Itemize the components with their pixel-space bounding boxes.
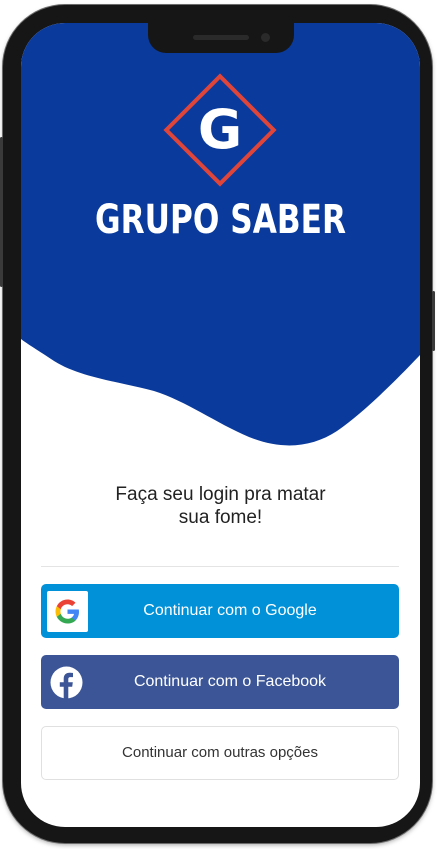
phone-frame: G GRUPO SABER Faça seu login pra matar s… [0, 5, 435, 843]
phone-side-button-right [432, 291, 435, 351]
tagline-line-1: Faça seu login pra matar [115, 484, 326, 505]
tagline-line-2: sua fome! [178, 507, 263, 528]
phone-notch [148, 23, 294, 53]
facebook-login-button[interactable]: Continuar com o Facebook [41, 655, 399, 709]
other-options-button[interactable]: Continuar com outras opções [41, 726, 399, 780]
speaker-grille [193, 35, 249, 40]
phone-side-button-left [0, 137, 3, 287]
app-screen: G GRUPO SABER Faça seu login pra matar s… [21, 23, 420, 827]
google-button-label: Continuar com o Google [143, 602, 317, 619]
logo-letter: G [198, 98, 242, 161]
brand-name: GRUPO SABER [95, 197, 346, 243]
divider [41, 566, 399, 567]
other-options-label: Continuar com outras opções [122, 744, 318, 761]
g-diamond-logo-icon: G [163, 73, 277, 187]
facebook-button-label: Continuar com o Facebook [133, 673, 327, 690]
login-tagline: Faça seu login pra matar sua fome! [81, 483, 360, 529]
google-login-button[interactable]: Continuar com o Google [41, 584, 399, 638]
front-camera [261, 33, 270, 42]
